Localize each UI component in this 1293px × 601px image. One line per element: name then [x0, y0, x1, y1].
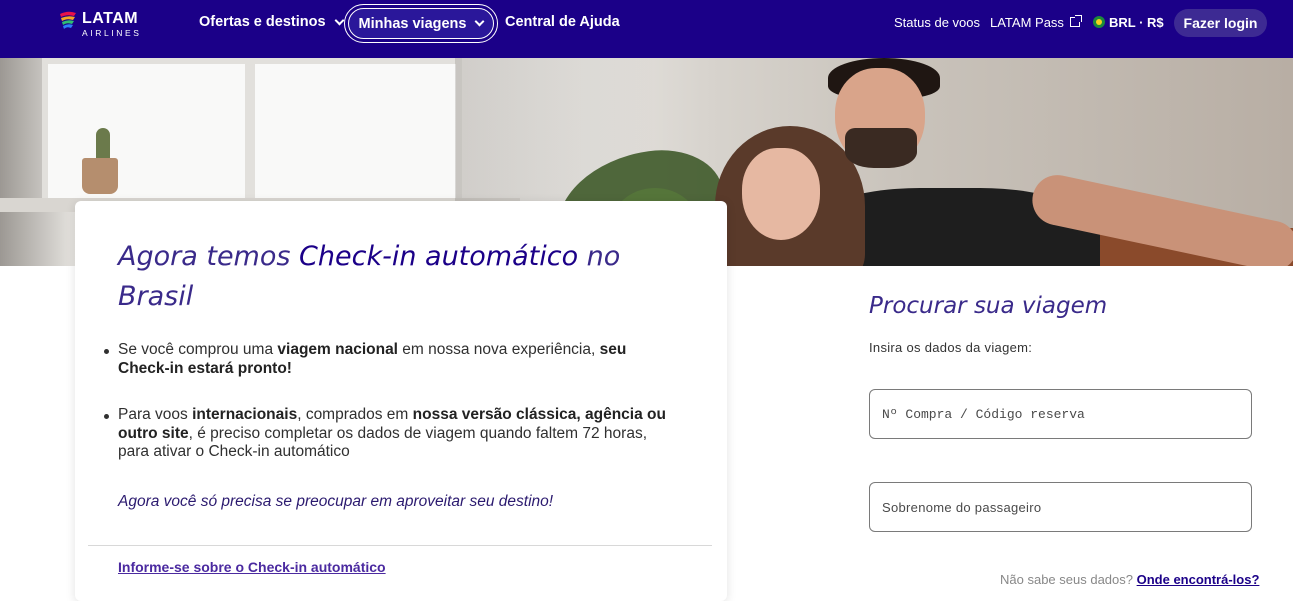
list-item: Para voos internacionais, comprados em n… — [104, 406, 678, 462]
hero-man-beard — [845, 128, 917, 168]
latam-logo[interactable]: LATAM AIRLINES — [58, 8, 158, 40]
list-item: Se você comprou uma viagem nacional em n… — [104, 341, 678, 378]
status-voos-label: Status de voos — [894, 14, 980, 30]
latam-pass-link[interactable]: LATAM Pass — [990, 0, 1082, 44]
card-title-part1: Agora temos — [118, 241, 300, 272]
nav-minhas-viagens[interactable]: Minhas viagens — [348, 8, 494, 39]
login-button[interactable]: Fazer login — [1174, 9, 1267, 37]
card-note: Agora você só precisa se preocupar em ap… — [118, 493, 554, 510]
logo-airlines-text: AIRLINES — [82, 28, 142, 38]
bullet2-text2: , comprados em — [297, 406, 413, 423]
top-navigation-bar: LATAM AIRLINES Ofertas e destinos Minhas… — [0, 0, 1293, 58]
card-divider — [88, 545, 712, 546]
card-title-strong: Check-in automático — [299, 241, 579, 272]
latam-pass-label: LATAM Pass — [990, 14, 1064, 30]
card-title: Agora temos Check-in automático no Brasi… — [118, 237, 638, 317]
nav-ofertas-label: Ofertas e destinos — [199, 14, 326, 30]
search-trip-subtitle: Insira os dados da viagem: — [869, 340, 1033, 355]
chevron-down-icon — [334, 15, 344, 25]
search-trip-title: Procurar sua viagem — [869, 293, 1108, 319]
bullet2-text3: , é preciso completar os dados de viagem… — [118, 424, 648, 461]
external-link-icon — [1069, 15, 1082, 27]
checkin-info-link[interactable]: Informe-se sobre o Check-in automático — [118, 559, 386, 575]
bullet2-bold1: internacionais — [192, 406, 298, 423]
hero-window-frame — [245, 58, 255, 208]
nav-central-label: Central de Ajuda — [505, 14, 620, 30]
hero-cactus — [96, 128, 110, 162]
nav-minhas-viagens-focus-ring: Minhas viagens — [344, 4, 498, 43]
checkin-info-card: Agora temos Check-in automático no Brasi… — [75, 201, 727, 601]
nav-central-ajuda[interactable]: Central de Ajuda — [505, 0, 620, 44]
login-button-label: Fazer login — [1183, 15, 1258, 31]
currency-label: BRL · R$ — [1109, 14, 1164, 30]
chevron-down-icon — [475, 16, 485, 27]
nav-ofertas-destinos[interactable]: Ofertas e destinos — [199, 0, 344, 44]
where-find-prefix: Não sabe seus dados? — [1000, 572, 1137, 587]
bullet1-bold1: viagem nacional — [277, 341, 398, 358]
booking-code-input[interactable] — [869, 389, 1252, 439]
status-voos-link[interactable]: Status de voos — [894, 0, 980, 44]
hero-plant-pot — [82, 158, 118, 194]
where-find-row: Não sabe seus dados? Onde encontrá-los? — [1000, 572, 1259, 587]
currency-selector[interactable]: BRL · R$ — [1093, 0, 1164, 44]
bullet2-text1: Para voos — [118, 406, 193, 423]
logo-latam-text: LATAM — [82, 10, 139, 27]
passenger-lastname-input[interactable] — [869, 482, 1252, 532]
checkin-bullet-list: Se você comprou uma viagem nacional em n… — [104, 341, 678, 462]
bullet1-text2: em nossa nova experiência, — [398, 341, 600, 358]
bullet1-text1: Se você comprou uma — [118, 341, 278, 358]
brazil-flag-icon — [1093, 16, 1105, 28]
hero-woman-face — [742, 148, 820, 240]
where-find-link[interactable]: Onde encontrá-los? — [1137, 572, 1260, 587]
latam-logo-icon — [58, 8, 78, 34]
nav-minhas-label: Minhas viagens — [358, 15, 467, 32]
